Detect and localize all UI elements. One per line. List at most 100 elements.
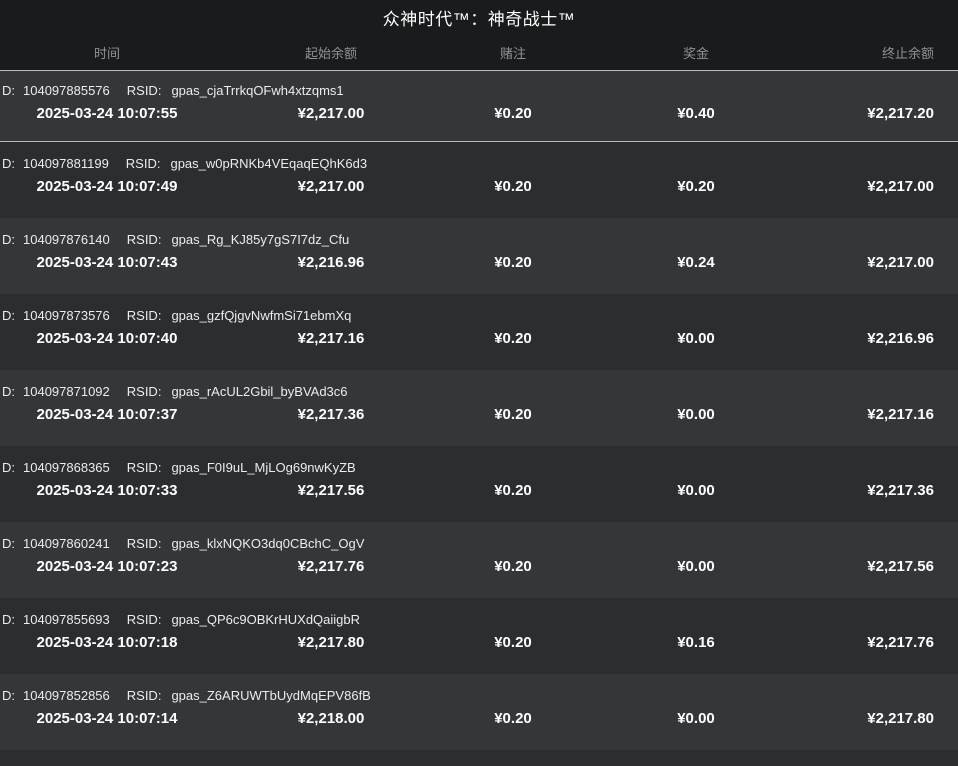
round-id-label: D: [2,308,15,323]
row-identifiers: D: 104097881199 RSID: gpas_w0pRNKb4VEqaq… [0,155,958,172]
history-table: D: 104097885576 RSID: gpas_cjaTrrkqOFwh4… [0,71,958,766]
rsid-label: RSID: [126,536,162,551]
rsid-label: RSID: [126,384,162,399]
column-header-bet: 赌注 [499,46,526,61]
bet-cell: ¥0.20 [494,482,532,499]
rsid-label: RSID: [125,156,161,171]
row-identifiers: D: 104097871092 RSID: gpas_rAcUL2Gbil_by… [0,383,958,400]
row-values: 2025-03-24 10:07:49 ¥2,217.00 ¥0.20 ¥0.2… [0,177,958,197]
round-id-label: D: [2,688,15,703]
start-balance-cell: ¥2,217.16 [297,330,365,347]
time-cell: 2025-03-24 10:07:33 [36,482,178,499]
end-balance-cell: ¥2,216.96 [867,330,934,347]
row-identifiers: D: 104097885576 RSID: gpas_cjaTrrkqOFwh4… [0,82,958,99]
end-balance-cell: ¥2,217.80 [867,710,934,727]
time-cell: 2025-03-24 10:07:43 [36,254,178,271]
rsid-label: RSID: [126,460,162,475]
rsid-value: gpas_rAcUL2Gbil_byBVAd3c6 [171,384,348,399]
row-identifiers: D: 104097876140 RSID: gpas_Rg_KJ85y7gS7I… [0,231,958,248]
table-row[interactable]: D: 104097860241 RSID: gpas_klxNQKO3dq0CB… [0,522,958,598]
end-balance-cell: ¥2,217.16 [867,406,934,423]
round-id-label: D: [2,156,15,171]
column-header-row: 时间 起始余额 赌注 奖金 终止余额 [0,35,958,71]
win-cell: ¥0.20 [677,178,715,195]
table-row[interactable]: D: 104097885576 RSID: gpas_cjaTrrkqOFwh4… [0,71,958,142]
bet-cell: ¥0.20 [494,710,532,727]
table-row[interactable]: D: 104097852856 RSID: gpas_Z6ARUWTbUydMq… [0,674,958,750]
row-values: 2025-03-24 10:07:18 ¥2,217.80 ¥0.20 ¥0.1… [0,633,958,653]
time-cell: 2025-03-24 10:07:14 [36,710,178,727]
win-cell: ¥0.00 [677,558,715,575]
rsid-value: gpas_cjaTrrkqOFwh4xtzqms1 [171,83,344,98]
round-id-value: 104097855693 [23,612,110,627]
time-cell: 2025-03-24 10:07:18 [36,634,178,651]
win-cell: ¥0.40 [677,105,715,122]
row-values: 2025-03-24 10:07:37 ¥2,217.36 ¥0.20 ¥0.0… [0,405,958,425]
row-values: 2025-03-24 10:07:14 ¥2,218.00 ¥0.20 ¥0.0… [0,709,958,729]
round-id-label: D: [2,232,15,247]
rsid-label: RSID: [126,83,162,98]
end-balance-cell: ¥2,217.36 [867,482,934,499]
rsid-label: RSID: [126,688,162,703]
round-id-value: 104097860241 [23,536,110,551]
table-row[interactable]: D: 104097855693 RSID: gpas_QP6c9OBKrHUXd… [0,598,958,674]
start-balance-cell: ¥2,217.00 [297,178,365,195]
round-id-label: D: [2,460,15,475]
row-identifiers: D: 104097852856 RSID: gpas_Z6ARUWTbUydMq… [0,687,958,704]
start-balance-cell: ¥2,217.80 [297,634,365,651]
win-cell: ¥0.16 [677,634,715,651]
column-header-start-balance: 起始余额 [304,46,357,61]
bet-cell: ¥0.20 [494,634,532,651]
row-identifiers: D: 104097873576 RSID: gpas_gzfQjgvNwfmSi… [0,307,958,324]
game-history-window: 众神时代™：神奇战士™ 时间 起始余额 赌注 奖金 终止余额 D: 104097… [0,0,958,766]
start-balance-cell: ¥2,216.96 [297,254,365,271]
round-id-value: 104097876140 [23,232,110,247]
table-row[interactable]: D: 104097881199 RSID: gpas_w0pRNKb4VEqaq… [0,142,958,218]
column-header-end-balance: 终止余额 [881,46,934,61]
end-balance-cell: ¥2,217.56 [867,558,934,575]
start-balance-cell: ¥2,217.00 [297,105,365,122]
bet-cell: ¥0.20 [494,558,532,575]
round-id-label: D: [2,536,15,551]
page-title: 众神时代™：神奇战士™ [382,10,576,29]
rsid-value: gpas_Z6ARUWTbUydMqEPV86fB [171,688,371,703]
time-cell: 2025-03-24 10:07:55 [36,105,178,122]
end-balance-cell: ¥2,217.20 [867,105,934,122]
round-id-label: D: [2,384,15,399]
table-row[interactable]: D: 104097873576 RSID: gpas_gzfQjgvNwfmSi… [0,294,958,370]
row-values: 2025-03-24 10:07:40 ¥2,217.16 ¥0.20 ¥0.0… [0,329,958,349]
column-header-win: 奖金 [682,46,709,61]
table-row[interactable]: D: 104097876140 RSID: gpas_Rg_KJ85y7gS7I… [0,218,958,294]
table-row[interactable]: D: 104097871092 RSID: gpas_rAcUL2Gbil_by… [0,370,958,446]
rsid-value: gpas_F0I9uL_MjLOg69nwKyZB [171,460,356,475]
win-cell: ¥0.00 [677,710,715,727]
end-balance-cell: ¥2,217.76 [867,634,934,651]
win-cell: ¥0.24 [677,254,715,271]
round-id-value: 104097885576 [23,83,110,98]
bet-cell: ¥0.20 [494,178,532,195]
start-balance-cell: ¥2,218.00 [297,710,365,727]
row-values: 2025-03-24 10:07:55 ¥2,217.00 ¥0.20 ¥0.4… [0,104,958,124]
rsid-value: gpas_gzfQjgvNwfmSi71ebmXq [171,308,352,323]
rsid-label: RSID: [126,308,162,323]
rsid-value: gpas_klxNQKO3dq0CBchC_OgV [171,536,365,551]
round-id-value: 104097852856 [23,688,110,703]
row-identifiers: D: 104097868365 RSID: gpas_F0I9uL_MjLOg6… [0,459,958,476]
round-id-value: 104097873576 [23,308,110,323]
row-values: 2025-03-24 10:07:33 ¥2,217.56 ¥0.20 ¥0.0… [0,481,958,501]
bet-cell: ¥0.20 [494,406,532,423]
round-id-value: 104097871092 [23,384,110,399]
table-row[interactable]: D: 104097868365 RSID: gpas_F0I9uL_MjLOg6… [0,446,958,522]
round-id-label: D: [2,83,15,98]
end-balance-cell: ¥2,217.00 [867,178,934,195]
column-header-time: 时间 [93,46,120,61]
bet-cell: ¥0.20 [494,254,532,271]
round-id-value: 104097881199 [23,156,109,171]
start-balance-cell: ¥2,217.36 [297,406,365,423]
win-cell: ¥0.00 [677,482,715,499]
title-bar: 众神时代™：神奇战士™ [0,0,958,35]
time-cell: 2025-03-24 10:07:49 [36,178,178,195]
row-values: 2025-03-24 10:07:23 ¥2,217.76 ¥0.20 ¥0.0… [0,557,958,577]
time-cell: 2025-03-24 10:07:37 [36,406,178,423]
round-id-label: D: [2,612,15,627]
